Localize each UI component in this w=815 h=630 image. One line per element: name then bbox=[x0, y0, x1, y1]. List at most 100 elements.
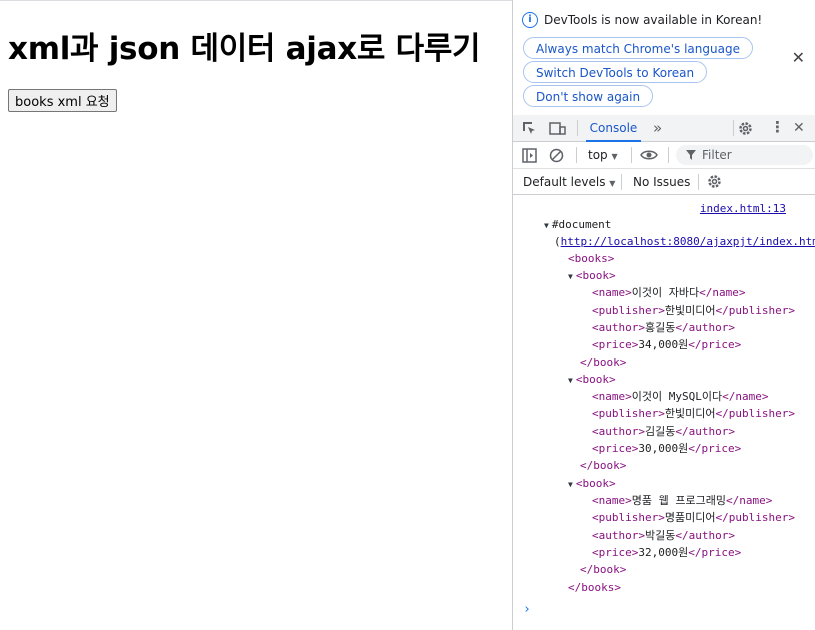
book-close-tag: </book> bbox=[580, 459, 627, 473]
book-name-line: <name>이것이 MySQL이다</name> bbox=[592, 388, 768, 405]
name-close-tag: </name> bbox=[725, 493, 773, 507]
console-output: index.html:13 ▼ #document (http://localho… bbox=[513, 196, 815, 630]
publisher-close-tag: </publisher> bbox=[715, 303, 795, 317]
price-open-tag: <price> bbox=[592, 545, 639, 559]
expand-triangle-icon[interactable]: ▼ bbox=[568, 272, 573, 281]
filter-icon bbox=[686, 150, 696, 160]
switch-to-korean-button[interactable]: Switch DevTools to Korean bbox=[523, 61, 708, 83]
book-publisher-line: <publisher>한빛미디어</publisher> bbox=[592, 302, 795, 319]
author-open-tag: <author> bbox=[592, 424, 645, 438]
book-price-line: <price>32,000원</price> bbox=[592, 544, 741, 561]
book-name-value: 이것이 자바다 bbox=[631, 286, 700, 300]
book-publisher-value: 한빛미디어 bbox=[664, 407, 716, 421]
name-close-tag: </name> bbox=[722, 390, 769, 404]
log-levels-dropdown[interactable]: Default levels ▼ bbox=[523, 175, 615, 189]
tab-console[interactable]: Console bbox=[586, 115, 641, 142]
device-toolbar-icon[interactable] bbox=[549, 121, 566, 139]
book-name-line: <name>명품 웹 프로그래밍</name> bbox=[592, 492, 772, 509]
document-node[interactable]: ▼ #document bbox=[544, 216, 611, 233]
expand-triangle-icon[interactable]: ▼ bbox=[544, 221, 549, 230]
source-link[interactable]: index.html:13 bbox=[700, 202, 786, 215]
book-price-value: 30,000원 bbox=[638, 442, 689, 455]
price-close-tag: </price> bbox=[688, 545, 742, 559]
document-url-link[interactable]: http://localhost:8080/ajaxpjt/index.html bbox=[561, 235, 815, 248]
sidebar-toggle-icon[interactable] bbox=[522, 148, 537, 166]
filter-input[interactable]: Filter bbox=[676, 145, 813, 165]
console-prompt-icon[interactable]: › bbox=[523, 602, 531, 617]
more-options-icon[interactable]: ⋮ bbox=[770, 120, 785, 135]
book-author-value: 박길동 bbox=[644, 528, 676, 542]
book-author-line: <author>김길동</author> bbox=[592, 423, 735, 440]
book-node[interactable]: ▼ <book> bbox=[568, 371, 616, 388]
book-name-line: <name>이것이 자바다</name> bbox=[592, 284, 745, 301]
book-price-line: <price>30,000원</price> bbox=[592, 440, 741, 457]
chevron-down-icon: ▼ bbox=[611, 152, 618, 161]
eye-icon[interactable] bbox=[640, 148, 658, 165]
toolbar-separator bbox=[668, 147, 669, 163]
price-close-tag: </price> bbox=[688, 442, 742, 455]
info-icon: i bbox=[522, 12, 538, 28]
document-url-line: (http://localhost:8080/ajaxpjt/index.htm… bbox=[554, 233, 815, 250]
console-levels-bar: Default levels ▼ No Issues bbox=[513, 169, 815, 195]
devtools-panel: i DevTools is now available in Korean! A… bbox=[512, 0, 815, 630]
web-page: xml과 json 데이터 ajax로 다루기 books xml 요청 bbox=[0, 0, 512, 630]
book-price-line: <price>34,000원</price> bbox=[592, 336, 741, 353]
issues-button[interactable]: No Issues bbox=[633, 175, 690, 189]
name-open-tag: <name> bbox=[592, 286, 632, 300]
settings-gear-icon[interactable] bbox=[738, 121, 753, 139]
author-open-tag: <author> bbox=[592, 320, 645, 334]
book-close-tag: </book> bbox=[580, 563, 627, 577]
expand-triangle-icon[interactable]: ▼ bbox=[568, 376, 573, 385]
book-name-value: 명품 웹 프로그래밍 bbox=[631, 493, 726, 507]
books-xml-request-button[interactable]: books xml 요청 bbox=[8, 89, 117, 112]
close-devtools-icon[interactable]: ✕ bbox=[793, 121, 805, 135]
toolbar-separator bbox=[576, 147, 577, 163]
paren-open: ( bbox=[554, 235, 561, 248]
book-publisher-line: <publisher>명품미디어</publisher> bbox=[592, 509, 795, 526]
book-author-value: 홍길동 bbox=[644, 320, 676, 334]
book-node[interactable]: ▼ <book> bbox=[568, 267, 616, 284]
filter-placeholder: Filter bbox=[702, 148, 732, 162]
clear-console-icon[interactable] bbox=[549, 148, 564, 166]
publisher-open-tag: <publisher> bbox=[592, 303, 665, 317]
expand-triangle-icon[interactable]: ▼ bbox=[568, 480, 573, 489]
book-publisher-value: 명품미디어 bbox=[664, 511, 716, 525]
console-settings-gear-icon[interactable] bbox=[707, 174, 722, 192]
always-match-language-button[interactable]: Always match Chrome's language bbox=[523, 37, 753, 59]
price-close-tag: </price> bbox=[688, 338, 742, 352]
inspect-element-icon[interactable] bbox=[522, 121, 537, 139]
price-open-tag: <price> bbox=[592, 442, 639, 455]
toolbar-separator bbox=[577, 120, 578, 136]
document-label: #document bbox=[551, 218, 612, 231]
context-selector[interactable]: top ▼ bbox=[588, 148, 618, 162]
close-infobar-icon[interactable]: ✕ bbox=[792, 48, 805, 67]
log-levels-label: Default levels bbox=[523, 175, 606, 189]
page-title: xml과 json 데이터 ajax로 다루기 bbox=[8, 31, 481, 67]
language-infobar: i DevTools is now available in Korean! A… bbox=[513, 0, 815, 116]
toolbar-separator bbox=[621, 174, 622, 190]
books-close-tag: </books> bbox=[568, 581, 621, 594]
toolbar-separator bbox=[733, 120, 734, 136]
book-publisher-value: 한빛미디어 bbox=[664, 303, 716, 317]
book-close-tag: </book> bbox=[580, 355, 627, 369]
author-close-tag: </author> bbox=[675, 528, 735, 542]
author-close-tag: </author> bbox=[675, 320, 735, 334]
book-price-value: 34,000원 bbox=[638, 338, 689, 352]
infobar-message: DevTools is now available in Korean! bbox=[544, 13, 763, 27]
chevron-down-icon: ▼ bbox=[609, 179, 616, 188]
book-author-line: <author>홍길동</author> bbox=[592, 319, 735, 336]
book-node[interactable]: ▼ <book> bbox=[568, 475, 616, 492]
author-open-tag: <author> bbox=[592, 528, 645, 542]
toolbar-separator bbox=[698, 174, 699, 190]
book-author-value: 김길동 bbox=[644, 424, 676, 438]
books-open-tag: <books> bbox=[568, 252, 615, 265]
book-author-line: <author>박길동</author> bbox=[592, 527, 735, 544]
name-open-tag: <name> bbox=[592, 493, 632, 507]
dont-show-again-button[interactable]: Don't show again bbox=[523, 85, 654, 107]
more-tabs-icon[interactable]: » bbox=[653, 121, 662, 136]
book-price-value: 32,000원 bbox=[638, 545, 689, 559]
book-open-tag: <book> bbox=[575, 269, 616, 282]
name-close-tag: </name> bbox=[699, 286, 746, 300]
console-toolbar: top ▼ Filter bbox=[513, 142, 815, 169]
book-publisher-line: <publisher>한빛미디어</publisher> bbox=[592, 405, 795, 422]
